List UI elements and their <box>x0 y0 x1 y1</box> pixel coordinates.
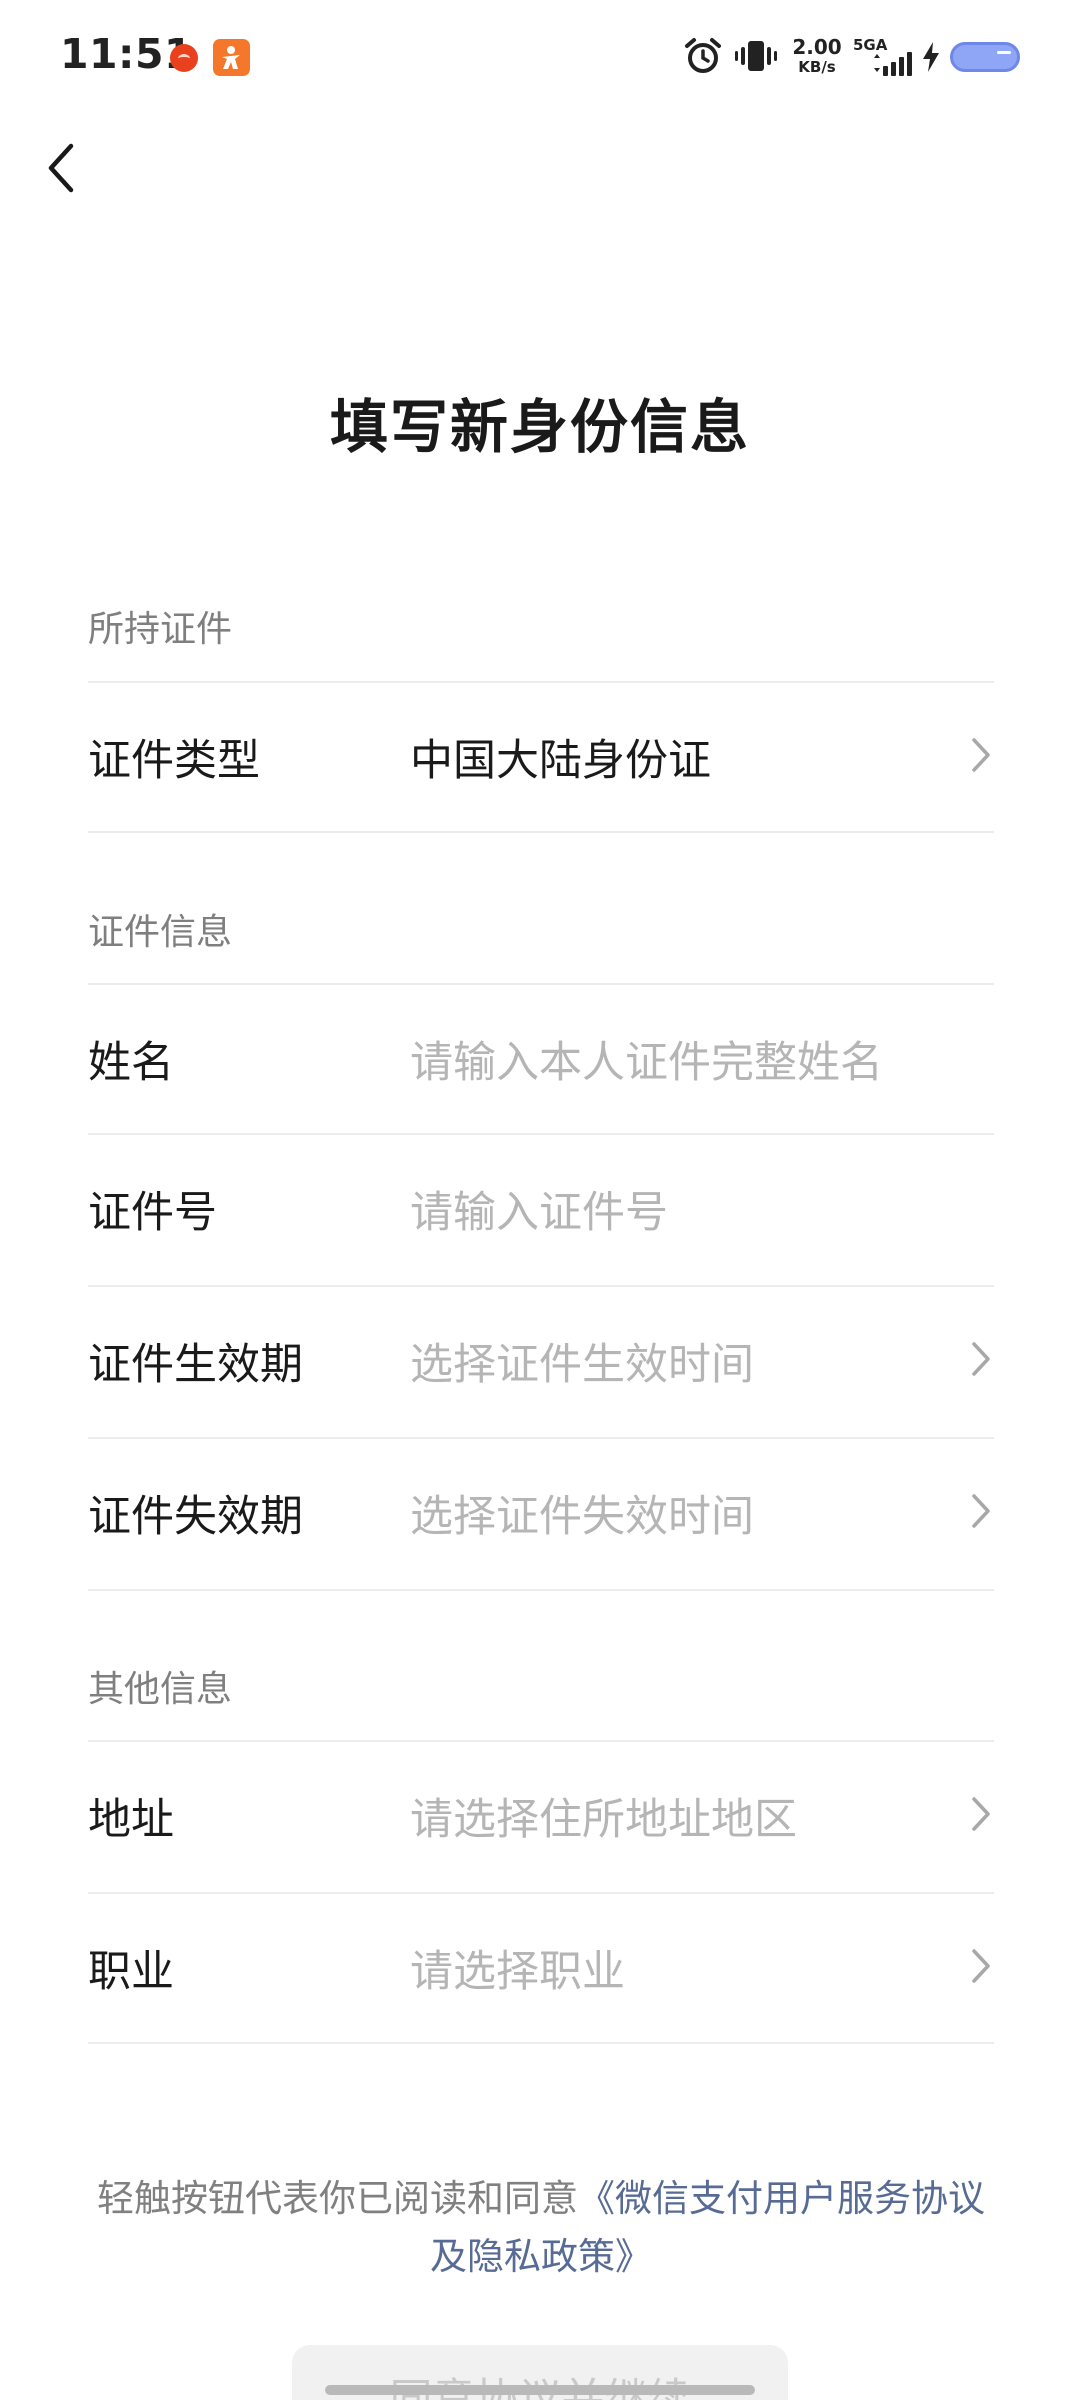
chevron-right-icon <box>970 1947 992 1989</box>
name-input[interactable]: 请输入本人证件完整姓名 <box>410 1028 883 1090</box>
page-title: 填写新身份信息 <box>329 393 750 461</box>
status-bar: 11:51 2.00 KB/s 5GA <box>0 0 1080 118</box>
page: 11:51 2.00 KB/s 5GA 填写新身份信息 所持证件 证件类型 中国… <box>0 0 1080 2400</box>
app-notification-icon <box>170 44 198 72</box>
charging-icon <box>921 42 941 76</box>
row-address[interactable]: 地址 请选择住所地址地区 <box>88 1742 994 1890</box>
app-notification-icon-2 <box>213 39 250 76</box>
chevron-right-icon <box>970 1492 992 1534</box>
row-label: 证件类型 <box>88 736 260 786</box>
section-label-other-info: 其他信息 <box>88 1669 233 1710</box>
chevron-right-icon <box>970 736 992 778</box>
vibrate-icon <box>733 36 779 80</box>
row-label: 证件号 <box>88 1188 217 1238</box>
row-id-type[interactable]: 证件类型 中国大陆身份证 <box>88 683 994 831</box>
battery-icon <box>950 42 1020 72</box>
section-label-document: 所持证件 <box>88 609 233 650</box>
signal-icon <box>872 52 914 80</box>
row-id-number[interactable]: 证件号 请输入证件号 <box>88 1135 994 1283</box>
home-indicator[interactable] <box>325 2385 755 2395</box>
id-number-input[interactable]: 请输入证件号 <box>410 1178 668 1240</box>
chevron-right-icon <box>970 1795 992 1837</box>
row-label: 职业 <box>88 1947 174 1997</box>
chevron-left-icon <box>43 140 77 200</box>
valid-from-picker[interactable]: 选择证件生效时间 <box>410 1330 754 1392</box>
alarm-icon <box>683 36 723 80</box>
row-label: 地址 <box>88 1795 174 1845</box>
id-type-value: 中国大陆身份证 <box>410 736 711 786</box>
row-occupation[interactable]: 职业 请选择职业 <box>88 1894 994 2042</box>
row-valid-to[interactable]: 证件失效期 选择证件失效时间 <box>88 1439 994 1587</box>
row-label: 姓名 <box>88 1038 174 1088</box>
back-button[interactable] <box>30 130 90 210</box>
valid-to-picker[interactable]: 选择证件失效时间 <box>410 1482 754 1544</box>
row-valid-from[interactable]: 证件生效期 选择证件生效时间 <box>88 1287 994 1435</box>
divider <box>88 1589 994 1591</box>
row-name[interactable]: 姓名 请输入本人证件完整姓名 <box>88 985 994 1133</box>
net-speed: 2.00 KB/s <box>792 35 842 76</box>
divider <box>88 2042 994 2044</box>
agreement-prefix: 轻触按钮代表你已阅读和同意 <box>97 2177 578 2220</box>
chevron-right-icon <box>970 1340 992 1382</box>
divider <box>88 831 994 833</box>
row-label: 证件生效期 <box>88 1340 303 1390</box>
section-label-id-info: 证件信息 <box>88 912 233 953</box>
agreement-text: 轻触按钮代表你已阅读和同意《微信支付用户服务协议及隐私政策》 <box>88 2170 994 2286</box>
occupation-picker[interactable]: 请选择职业 <box>410 1937 625 1999</box>
row-label: 证件失效期 <box>88 1492 303 1542</box>
address-picker[interactable]: 请选择住所地址地区 <box>410 1785 797 1847</box>
